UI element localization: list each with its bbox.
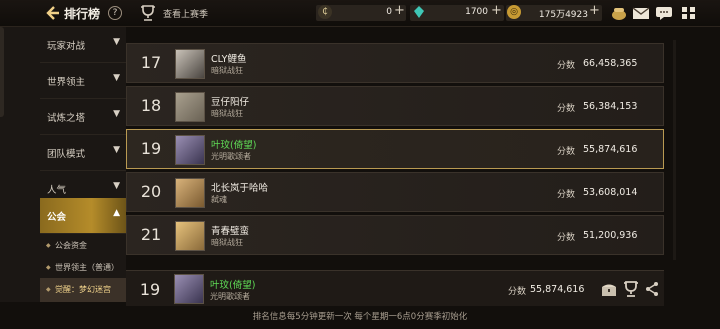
- gold-coin-icon: ◎: [507, 5, 521, 19]
- player-name: 豆仔阳仔: [211, 97, 250, 108]
- update-notice: 排名信息每5分钟更新一次 每个星期一6点0分赛季初始化: [252, 312, 468, 322]
- ranking-row[interactable]: 18 豆仔阳仔 暗狱战狂 分数 56,384,153: [126, 86, 664, 126]
- player-name: CLY鲤鱼: [211, 54, 247, 65]
- my-rank-bar: 19 叶玟(倚望) 光明歌颂者 分数 55,874,616: [126, 270, 664, 306]
- page-title: 排行榜: [64, 7, 101, 21]
- mail-icon[interactable]: [632, 5, 650, 21]
- score-label: 分数: [557, 190, 576, 200]
- sidebar-subitem-label: 公会资金: [55, 241, 87, 250]
- diamond-bullet-icon: ◆: [46, 242, 51, 249]
- chevron-up-icon: ▲: [113, 208, 120, 218]
- chevron-down-icon: ▼: [113, 109, 120, 119]
- my-score-label: 分数: [508, 287, 527, 297]
- sidebar-item-label: 公会: [47, 212, 67, 223]
- avatar[interactable]: [175, 221, 205, 251]
- rank-number: 18: [140, 96, 162, 115]
- score-label: 分数: [557, 233, 576, 243]
- back-arrow-icon[interactable]: [44, 5, 60, 21]
- score-value: 56,384,153: [583, 101, 638, 112]
- sidebar-subitem-awaken-dream-maze[interactable]: ◆ 觉醒：梦幻迷宫: [40, 278, 126, 302]
- ranking-row[interactable]: 21 青春璧蛮 暗狱战狂 分数 51,200,936: [126, 215, 664, 255]
- chevron-down-icon: ▼: [113, 73, 120, 83]
- prev-season-link[interactable]: 查看上赛季: [163, 7, 208, 20]
- treasure-pot-icon[interactable]: [610, 5, 628, 21]
- sidebar-item-team-mode[interactable]: 团队模式 ▼: [40, 135, 126, 171]
- chat-icon[interactable]: [655, 5, 673, 21]
- treasure-chest-icon[interactable]: [601, 282, 617, 296]
- player-title: 暗狱战狂: [211, 109, 243, 118]
- chevron-down-icon: ▼: [113, 181, 120, 191]
- top-bar: 排行榜 ? 查看上赛季 ₵ 0 + 1700 + ◎ 175万4923 +: [0, 0, 720, 27]
- ranking-list[interactable]: 17 CLY鲤鱼 暗狱战狂 分数 66,458,365 18 豆仔阳仔 暗狱战狂…: [126, 38, 666, 263]
- avatar[interactable]: [174, 274, 204, 304]
- sidebar-subitem-label: 世界领主（普通）: [55, 263, 119, 272]
- avatar[interactable]: [175, 92, 205, 122]
- sidebar-item-label: 玩家对战: [47, 41, 86, 52]
- sidebar-subitem-world-boss-normal[interactable]: ◆ 世界领主（普通）: [40, 256, 126, 280]
- share-icon[interactable]: [645, 281, 659, 297]
- chevron-down-icon: ▼: [113, 145, 120, 155]
- avatar[interactable]: [175, 178, 205, 208]
- rank-number: 21: [140, 225, 162, 244]
- sidebar-item-world-boss[interactable]: 世界领主 ▼: [40, 63, 126, 99]
- player-title: 光明歌颂者: [211, 152, 251, 161]
- coupon-plus-button[interactable]: +: [394, 3, 405, 18]
- sidebar-item-label: 世界领主: [47, 77, 86, 88]
- score-value: 66,458,365: [583, 58, 638, 69]
- sidebar-item-label: 人气: [47, 185, 67, 196]
- sidebar-item-trial-tower[interactable]: 试炼之塔 ▼: [40, 99, 126, 135]
- player-title: 弑魂: [211, 195, 227, 204]
- menu-icon[interactable]: [680, 5, 698, 21]
- trophy-icon[interactable]: [140, 4, 156, 22]
- sidebar-subitem-label: 觉醒：梦幻迷宫: [55, 285, 111, 294]
- trophy-icon[interactable]: [623, 280, 639, 298]
- rank-number: 17: [140, 53, 162, 72]
- score-value: 53,608,014: [583, 187, 638, 198]
- diamond-value: 1700: [465, 7, 488, 17]
- chevron-down-icon: ▼: [113, 37, 120, 47]
- gold-value: 175万4923: [538, 10, 588, 20]
- sidebar-item-label: 团队模式: [47, 149, 86, 160]
- my-player-title: 光明歌颂者: [210, 292, 250, 301]
- sidebar-edge-handle: [0, 27, 4, 117]
- player-title: 暗狱战狂: [211, 238, 243, 247]
- ranking-row-self[interactable]: 19 叶玟(倚望) 光明歌颂者 分数 55,874,616: [126, 129, 664, 169]
- player-name: 青春璧蛮: [211, 226, 250, 237]
- score-value: 55,874,616: [583, 144, 638, 155]
- diamond-plus-button[interactable]: +: [491, 3, 502, 18]
- help-icon[interactable]: ?: [108, 6, 122, 20]
- sidebar-item-guild[interactable]: 公会 ▲: [40, 198, 126, 234]
- rank-number: 20: [140, 182, 162, 201]
- coupon-value: 0: [386, 7, 392, 17]
- score-label: 分数: [557, 104, 576, 114]
- score-label: 分数: [557, 61, 576, 71]
- sidebar-subitem-guild-funds[interactable]: ◆ 公会资金: [40, 234, 126, 258]
- sidebar-item-pvp[interactable]: 玩家对战 ▼: [40, 27, 126, 63]
- avatar[interactable]: [175, 135, 205, 165]
- diamond-icon: [412, 5, 426, 19]
- score-value: 51,200,936: [583, 230, 638, 241]
- my-rank-number: 19: [139, 280, 161, 299]
- diamond-bullet-icon: ◆: [46, 264, 51, 271]
- player-title: 暗狱战狂: [211, 66, 243, 75]
- player-name: 北长岚于哈哈: [211, 183, 269, 194]
- scrollbar[interactable]: [673, 40, 676, 260]
- rank-number: 19: [140, 139, 162, 158]
- my-player-name: 叶玟(倚望): [210, 280, 256, 291]
- diamond-bullet-icon: ◆: [46, 286, 51, 293]
- sidebar-item-label: 试炼之塔: [47, 113, 86, 124]
- score-label: 分数: [557, 147, 576, 157]
- player-name: 叶玟(倚望): [211, 140, 257, 151]
- gold-plus-button[interactable]: +: [589, 3, 600, 18]
- avatar[interactable]: [175, 49, 205, 79]
- ranking-row[interactable]: 17 CLY鲤鱼 暗狱战狂 分数 66,458,365: [126, 43, 664, 83]
- my-score-value: 55,874,616: [530, 284, 585, 295]
- coupon-icon: ₵: [318, 5, 332, 19]
- ranking-row[interactable]: 20 北长岚于哈哈 弑魂 分数 53,608,014: [126, 172, 664, 212]
